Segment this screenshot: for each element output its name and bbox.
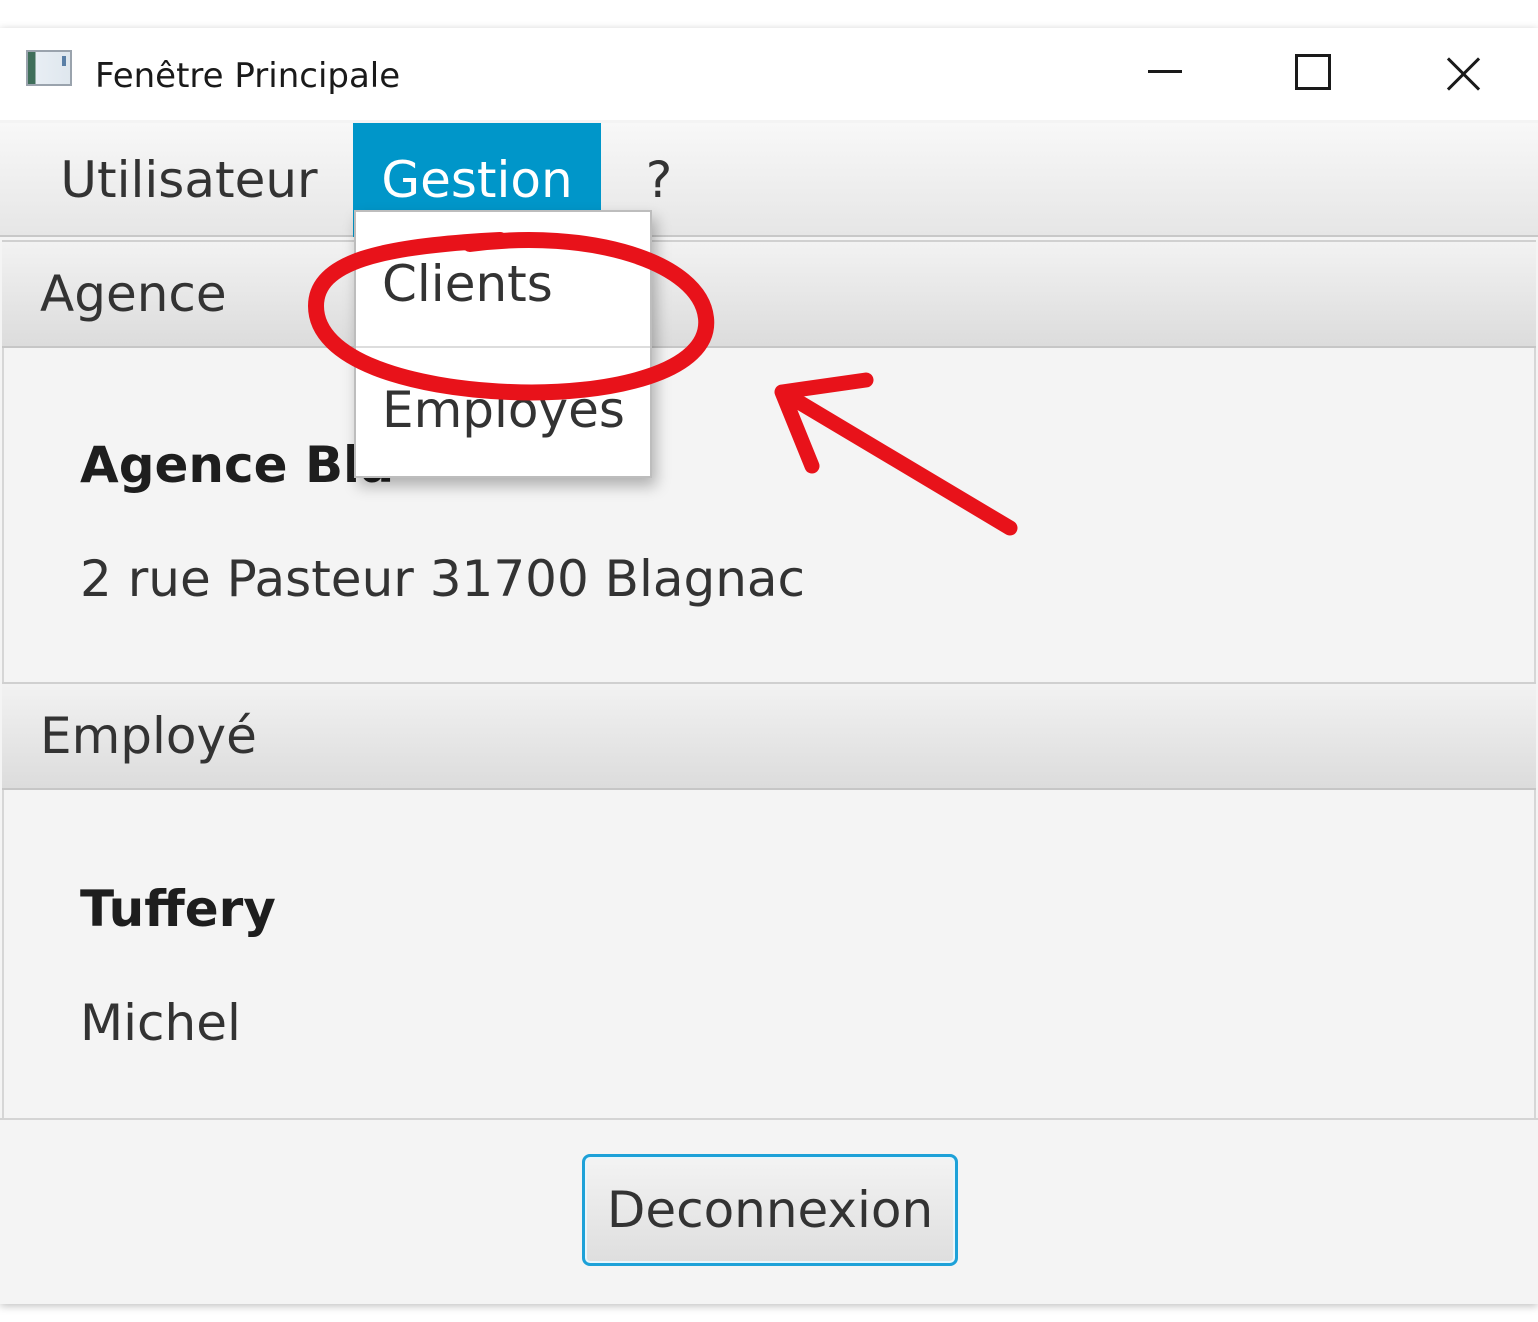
close-icon[interactable] — [1412, 48, 1512, 108]
maximize-icon[interactable] — [1262, 48, 1362, 108]
dropdown-item-label: Employés — [382, 381, 625, 439]
menu-utilisateur[interactable]: Utilisateur — [48, 123, 330, 237]
dropdown-item-clients[interactable]: Clients — [356, 220, 650, 348]
app-icon — [26, 50, 72, 86]
minimize-icon[interactable] — [1114, 48, 1214, 108]
deconnexion-button[interactable]: Deconnexion — [582, 1154, 958, 1266]
main-window: Fenêtre Principale Utilisateur Gestion ?… — [0, 28, 1538, 1304]
window-title: Fenêtre Principale — [95, 56, 401, 96]
gestion-dropdown: Clients Employés — [354, 210, 652, 478]
agence-pane-body: Agence Bla 2 rue Pasteur 31700 Blagnac — [2, 348, 1536, 682]
menu-bar: Utilisateur Gestion ? — [0, 123, 1538, 237]
dropdown-item-label: Clients — [382, 255, 553, 313]
dropdown-item-employes[interactable]: Employés — [356, 346, 650, 474]
title-bar: Fenêtre Principale — [0, 28, 1538, 120]
agence-pane-header[interactable]: Agence — [2, 240, 1536, 348]
employe-pane-title: Employé — [40, 707, 257, 765]
agence-name: Agence Bla — [80, 436, 394, 494]
agence-pane-title: Agence — [40, 265, 227, 323]
employe-nom: Tuffery — [80, 880, 276, 938]
employe-pane-body: Tuffery Michel — [2, 790, 1536, 1118]
agence-address: 2 rue Pasteur 31700 Blagnac — [80, 550, 806, 608]
employe-prenom: Michel — [80, 994, 241, 1052]
employe-pane-header[interactable]: Employé — [2, 682, 1536, 790]
footer-divider — [0, 1118, 1538, 1120]
